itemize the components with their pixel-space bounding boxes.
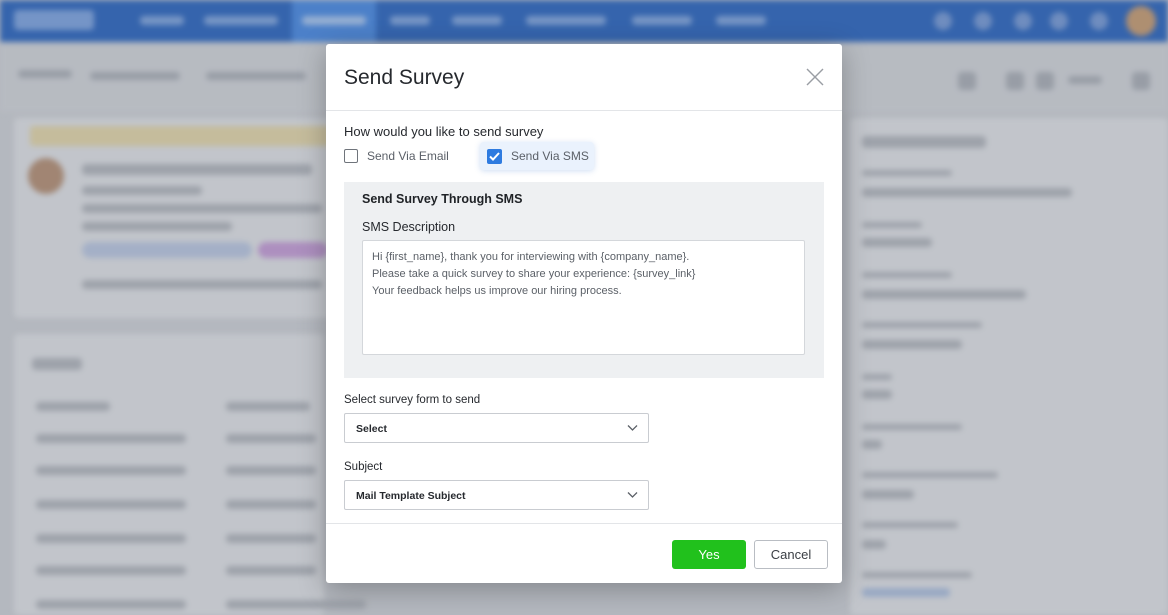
sms-panel: Send Survey Through SMS SMS Description bbox=[344, 182, 824, 378]
sms-panel-heading: Send Survey Through SMS bbox=[362, 192, 523, 206]
checkbox-unchecked-icon[interactable] bbox=[344, 149, 358, 163]
survey-form-label: Select survey form to send bbox=[344, 394, 481, 406]
cancel-button[interactable]: Cancel bbox=[754, 540, 828, 569]
dialog-footer: Yes Cancel bbox=[326, 523, 842, 584]
subject-label: Subject bbox=[344, 461, 383, 473]
subject-select-value: Mail Template Subject bbox=[356, 490, 466, 502]
checkmark-icon bbox=[489, 151, 500, 161]
chevron-down-icon bbox=[627, 492, 638, 498]
close-icon[interactable] bbox=[804, 66, 826, 88]
subject-select[interactable]: Mail Template Subject bbox=[344, 480, 649, 510]
dialog-title: Send Survey bbox=[344, 66, 465, 89]
send-method-question: How would you like to send survey bbox=[344, 124, 544, 139]
survey-form-select-value: Select bbox=[356, 423, 387, 435]
sms-description-label: SMS Description bbox=[362, 220, 456, 234]
sms-description-textarea[interactable] bbox=[362, 240, 805, 355]
dialog-header: Send Survey bbox=[326, 44, 842, 111]
chevron-down-icon bbox=[627, 425, 638, 431]
survey-form-select[interactable]: Select bbox=[344, 413, 649, 443]
send-via-sms-option[interactable]: Send Via SMS bbox=[480, 142, 594, 170]
send-via-sms-label: Send Via SMS bbox=[511, 149, 589, 163]
checkbox-checked-icon[interactable] bbox=[487, 148, 502, 164]
send-via-email-option[interactable]: Send Via Email bbox=[344, 142, 449, 170]
send-via-email-label: Send Via Email bbox=[367, 149, 449, 163]
yes-button[interactable]: Yes bbox=[672, 540, 746, 569]
send-survey-dialog: Send Survey How would you like to send s… bbox=[326, 44, 842, 583]
